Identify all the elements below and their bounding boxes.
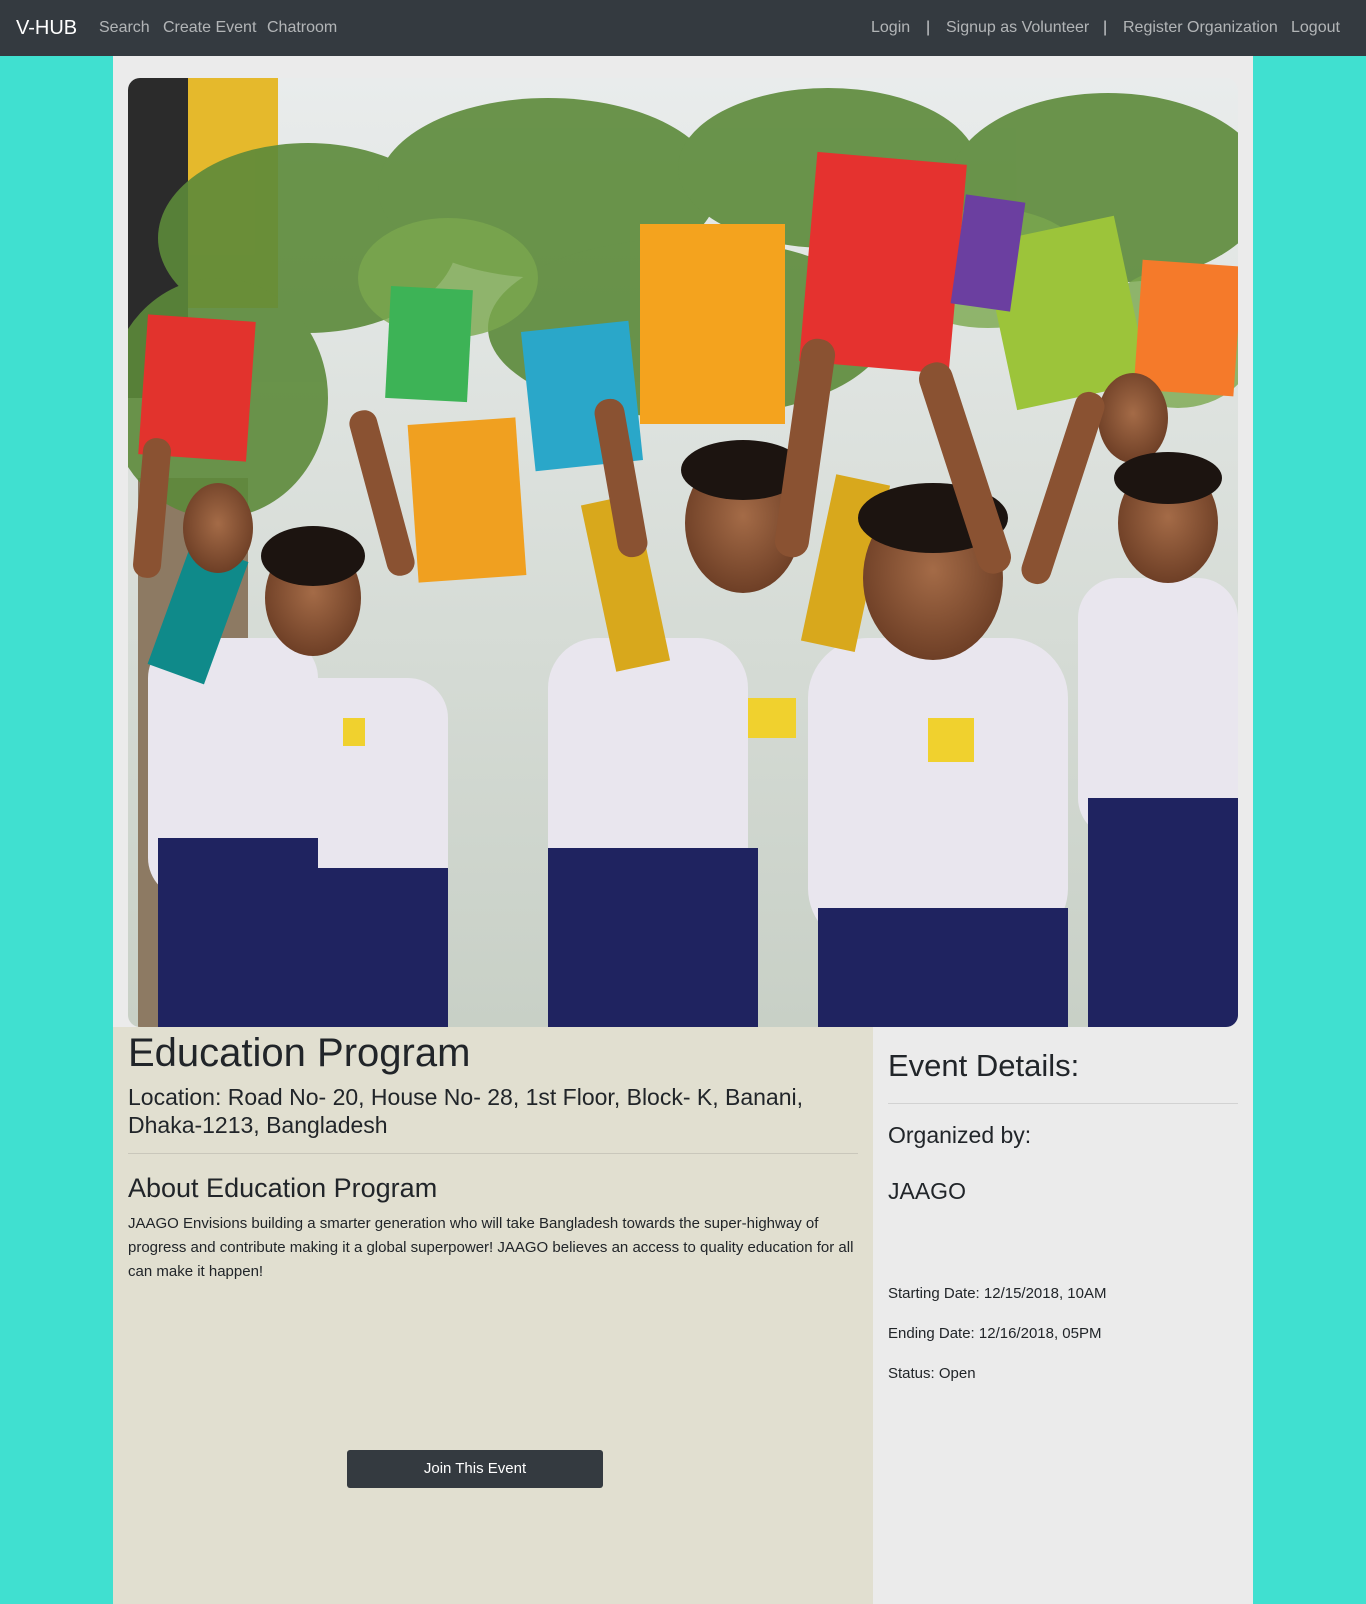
- organized-by-label: Organized by:: [888, 1122, 1032, 1148]
- about-text: JAAGO Envisions building a smarter gener…: [128, 1215, 854, 1280]
- nav-separator: |: [1103, 19, 1108, 36]
- event-info-panel: Education Program Location: Road No- 20,…: [113, 1027, 873, 1604]
- ending-date: Ending Date: 12/16/2018, 05PM: [888, 1325, 1102, 1342]
- nav-signup-volunteer-link[interactable]: Signup as Volunteer: [946, 18, 1089, 38]
- brand-logo[interactable]: V-HUB: [16, 16, 77, 40]
- event-photo: [128, 78, 1238, 1027]
- nav-separator: |: [926, 19, 931, 36]
- navbar: V-HUB Search Create Event Chatroom Login…: [0, 0, 1366, 56]
- divider: [128, 1153, 858, 1154]
- about-heading: About Education Program: [128, 1173, 438, 1203]
- nav-create-event-link[interactable]: Create Event: [163, 18, 256, 38]
- divider: [888, 1103, 1238, 1104]
- nav-search-link[interactable]: Search: [99, 18, 150, 38]
- organizer-name: JAAGO: [888, 1178, 966, 1204]
- starting-date: Starting Date: 12/15/2018, 10AM: [888, 1285, 1107, 1302]
- event-location: Location: Road No- 20, House No- 28, 1st…: [128, 1084, 804, 1138]
- details-heading: Event Details:: [888, 1048, 1080, 1083]
- main-container: Education Program Location: Road No- 20,…: [113, 56, 1253, 1604]
- nav-register-organization-link[interactable]: Register Organization: [1123, 18, 1278, 38]
- join-event-button[interactable]: Join This Event: [347, 1450, 603, 1488]
- event-details-panel: Event Details: Organized by: JAAGO Start…: [873, 1027, 1253, 1604]
- nav-login-link[interactable]: Login: [871, 18, 910, 38]
- event-status: Status: Open: [888, 1365, 976, 1382]
- nav-chatroom-link[interactable]: Chatroom: [267, 18, 337, 38]
- event-title: Education Program: [128, 1031, 471, 1075]
- nav-logout-link[interactable]: Logout: [1291, 18, 1340, 38]
- event-hero-image: [128, 78, 1238, 1027]
